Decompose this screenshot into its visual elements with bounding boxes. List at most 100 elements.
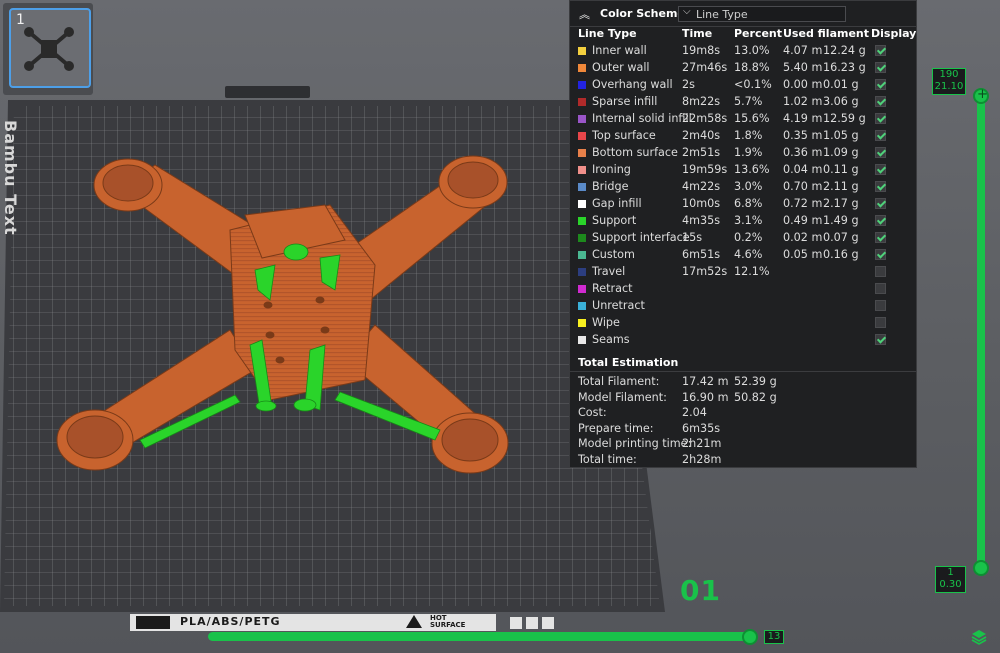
line-type-length: 0.05 m: [783, 248, 823, 261]
color-swatch: [578, 183, 586, 191]
line-type-percent: 1.8%: [734, 129, 763, 142]
color-swatch: [578, 132, 586, 140]
line-type-percent: 15.6%: [734, 112, 770, 125]
total-estimation-row: Model printing time: 2h21m: [570, 437, 916, 452]
line-type-row: Bridge 4m22s 3.0% 0.70 m 2.11 g: [570, 179, 916, 196]
display-checkbox[interactable]: [875, 266, 886, 277]
col-header-display: Display: [871, 27, 917, 40]
line-type-time: 2m51s: [682, 146, 721, 159]
display-checkbox[interactable]: [875, 96, 886, 107]
line-type-length: 0.35 m: [783, 129, 823, 142]
estimation-value: 2.04: [682, 406, 707, 419]
color-scheme-selected: Line Type: [696, 8, 748, 21]
line-type-length: 0.72 m: [783, 197, 823, 210]
line-type-name: Support interface: [592, 231, 690, 244]
line-type-row: Travel 17m52s 12.1%: [570, 264, 916, 281]
color-swatch: [578, 166, 586, 174]
display-checkbox[interactable]: [875, 300, 886, 311]
estimation-value: 2h28m: [682, 452, 722, 466]
layer-slider-top-handle[interactable]: [973, 87, 989, 104]
line-type-weight: 12.59 g: [823, 112, 866, 125]
color-scheme-title: Color Scheme: [600, 7, 685, 20]
color-swatch: [578, 149, 586, 157]
move-slider-handle[interactable]: [742, 629, 758, 645]
display-checkbox[interactable]: [875, 147, 886, 158]
display-checkbox[interactable]: [875, 79, 886, 90]
line-type-time: 19m59s: [682, 163, 728, 176]
line-type-time: 10m0s: [682, 197, 721, 210]
move-slider-track[interactable]: [208, 632, 756, 641]
line-type-length: 4.19 m: [783, 112, 823, 125]
layer-slider-bottom-label: 1 0.30: [935, 566, 966, 593]
line-type-percent: 18.8%: [734, 61, 770, 74]
line-type-percent: 6.8%: [734, 197, 763, 210]
line-type-row: Support interface 15s 0.2% 0.02 m 0.07 g: [570, 230, 916, 247]
line-type-weight: 1.09 g: [823, 146, 859, 159]
color-swatch: [578, 285, 586, 293]
display-checkbox[interactable]: [875, 334, 886, 345]
collapse-icon[interactable]: ︽: [579, 6, 590, 22]
line-type-time: 6m51s: [682, 248, 721, 261]
display-checkbox[interactable]: [875, 130, 886, 141]
line-type-weight: 12.24 g: [823, 44, 866, 57]
line-type-length: 1.02 m: [783, 95, 823, 108]
line-type-name: Sparse infill: [592, 95, 658, 108]
layer-slider-track[interactable]: [977, 92, 985, 572]
estimation-value: 6m35s: [682, 421, 721, 435]
display-checkbox[interactable]: [875, 249, 886, 260]
line-type-weight: 3.06 g: [823, 95, 859, 108]
line-type-row: Custom 6m51s 4.6% 0.05 m 0.16 g: [570, 247, 916, 264]
move-slider-label: 13: [764, 630, 784, 644]
display-checkbox[interactable]: [875, 113, 886, 124]
layers-icon[interactable]: [970, 628, 988, 646]
line-type-percent: 3.0%: [734, 180, 763, 193]
line-type-name: Internal solid infill: [592, 112, 692, 125]
line-type-weight: 2.11 g: [823, 180, 859, 193]
line-type-weight: 0.16 g: [823, 248, 859, 261]
line-type-row: Top surface 2m40s 1.8% 0.35 m 1.05 g: [570, 128, 916, 145]
total-estimation-row: Model Filament: 16.90 m 50.82 g: [570, 391, 916, 406]
line-type-time: 15s: [682, 231, 703, 244]
display-checkbox[interactable]: [875, 62, 886, 73]
bed-materials-label: PLA/ABS/PETG: [180, 615, 281, 628]
plate-number: 01: [680, 574, 721, 607]
estimation-value-secondary: 52.39 g: [734, 375, 777, 388]
line-type-name: Inner wall: [592, 44, 647, 57]
plate-thumbnail[interactable]: 1: [9, 8, 91, 88]
warning-icon: [406, 615, 422, 628]
color-swatch: [578, 234, 586, 242]
line-type-weight: 2.17 g: [823, 197, 859, 210]
line-type-time: 27m46s: [682, 61, 728, 74]
display-checkbox[interactable]: [875, 215, 886, 226]
layer-slider-bottom-handle[interactable]: [973, 560, 989, 576]
line-type-time: 2s: [682, 78, 695, 91]
line-type-name: Gap infill: [592, 197, 642, 210]
display-checkbox[interactable]: [875, 232, 886, 243]
line-type-percent: 12.1%: [734, 265, 770, 278]
estimation-value-secondary: 50.82 g: [734, 390, 777, 404]
legend-header: ︽ Color Scheme ⌵ Line Type: [570, 1, 916, 26]
line-type-length: 0.02 m: [783, 231, 823, 244]
arrow-up-icon: [542, 617, 554, 629]
arrow-up-icon: [510, 617, 522, 629]
color-swatch: [578, 47, 586, 55]
line-type-row: Gap infill 10m0s 6.8% 0.72 m 2.17 g: [570, 196, 916, 213]
line-type-row: Inner wall 19m8s 13.0% 4.07 m 12.24 g: [570, 43, 916, 60]
display-checkbox[interactable]: [875, 164, 886, 175]
col-header-time: Time: [682, 27, 713, 40]
bottom-layer-number: 1: [947, 567, 954, 578]
line-type-time: 8m22s: [682, 95, 721, 108]
color-scheme-dropdown[interactable]: ⌵ Line Type: [678, 6, 846, 22]
line-type-percent: 4.6%: [734, 248, 763, 261]
bottom-layer-height: 0.30: [939, 579, 962, 590]
display-checkbox[interactable]: [875, 317, 886, 328]
display-checkbox[interactable]: [875, 181, 886, 192]
display-checkbox[interactable]: [875, 198, 886, 209]
display-checkbox[interactable]: [875, 283, 886, 294]
line-type-percent: <0.1%: [734, 78, 772, 91]
drone-thumbnail-icon: [24, 27, 74, 71]
line-type-time: 17m52s: [682, 265, 728, 278]
display-checkbox[interactable]: [875, 45, 886, 56]
color-swatch: [578, 319, 586, 327]
color-swatch: [578, 251, 586, 259]
